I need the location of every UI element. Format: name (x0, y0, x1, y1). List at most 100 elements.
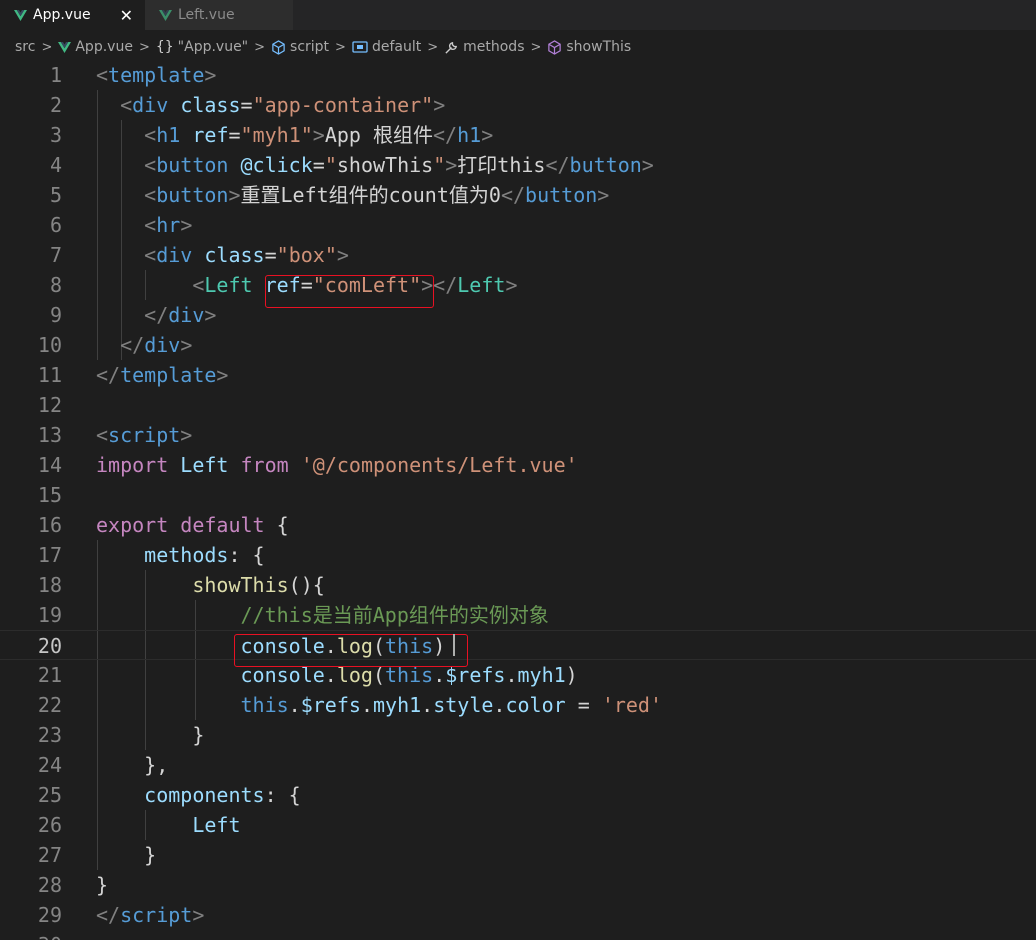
code-editor[interactable]: 1 <template> 2 <div class="app-container">… (0, 60, 1036, 940)
line-number: 7 (49, 243, 62, 267)
line-number: 11 (37, 363, 62, 387)
line-number: 19 (37, 603, 62, 627)
code-token: //this是当前App组件的实例对象 (240, 603, 549, 627)
code-token: </ (545, 153, 570, 177)
code-token: App 根组件 (324, 123, 433, 147)
line-number: 17 (37, 543, 62, 567)
code-token: @click (240, 153, 313, 177)
code-line[interactable]: 25 components: { (0, 780, 1036, 810)
line-number: 6 (49, 213, 62, 237)
code-line[interactable]: 18 showThis(){ (0, 570, 1036, 600)
line-number: 1 (49, 63, 62, 87)
code-line[interactable]: 21 console.log(this.$refs.myh1) (0, 660, 1036, 690)
code-line[interactable]: 23 } (0, 720, 1036, 750)
line-number: 24 (37, 753, 62, 777)
code-text: </template> (96, 360, 228, 390)
code-token: color (505, 693, 566, 717)
code-line[interactable]: 6 <hr> (0, 210, 1036, 240)
code-token: . (505, 663, 518, 687)
code-token: > (597, 183, 610, 207)
code-line[interactable]: 11 </template> (0, 360, 1036, 390)
code-line[interactable]: 9 </div> (0, 300, 1036, 330)
code-token: button (525, 183, 598, 207)
code-line[interactable]: 1 <template> (0, 60, 1036, 90)
code-line[interactable]: 8 <Left ref="comLeft"></Left> (0, 270, 1036, 300)
code-token: } (96, 843, 157, 867)
code-line[interactable]: 3 <h1 ref="myh1">App 根组件</h1> (0, 120, 1036, 150)
code-line[interactable]: 29 </script> (0, 900, 1036, 930)
code-token: </ (433, 123, 458, 147)
code-token: template (120, 363, 217, 387)
code-line[interactable]: 14 import Left from '@/components/Left.vu… (0, 450, 1036, 480)
code-token: ( (372, 634, 386, 658)
line-number: 4 (49, 153, 62, 177)
code-line[interactable]: 5 <button>重置Left组件的count值为0</button> (0, 180, 1036, 210)
code-line[interactable]: 17 methods: { (0, 540, 1036, 570)
breadcrumb-method[interactable]: showThis (547, 39, 631, 55)
code-line[interactable]: 30 (0, 930, 1036, 940)
code-line[interactable]: 10 </div> (0, 330, 1036, 360)
code-text: <hr> (96, 210, 192, 240)
code-line[interactable]: 22 this.$refs.myh1.style.color = 'red' (0, 690, 1036, 720)
breadcrumb-default[interactable]: default (352, 39, 421, 55)
code-token: </ (500, 183, 526, 207)
breadcrumb-methods[interactable]: methods (444, 39, 524, 55)
code-token: = (264, 243, 277, 267)
code-token: $refs (445, 663, 506, 687)
code-token: . (324, 663, 337, 687)
code-line[interactable]: 24 }, (0, 750, 1036, 780)
breadcrumb-script[interactable]: script (271, 39, 329, 55)
code-line[interactable]: 2 <div class="app-container"> (0, 90, 1036, 120)
code-text: <template> (96, 60, 216, 90)
code-line[interactable]: 12 (0, 390, 1036, 420)
code-token: { (264, 513, 289, 537)
breadcrumb-label: showThis (566, 39, 632, 55)
code-line[interactable]: 28} (0, 870, 1036, 900)
breadcrumb-file[interactable]: App.vue (58, 39, 133, 55)
code-token: </ (96, 903, 121, 927)
code-token: ( (372, 663, 386, 687)
chevron-right-icon: > (41, 39, 53, 55)
code-token: > (204, 303, 217, 327)
code-text: console.log(this.$refs.myh1) (96, 660, 578, 690)
code-token: from (240, 453, 289, 477)
code-line[interactable]: 20 console.log(this) (0, 630, 1036, 660)
code-token: showThis (336, 153, 434, 177)
breadcrumb-src[interactable]: src (15, 39, 35, 55)
breadcrumb-module[interactable]: {} "App.vue" (156, 39, 248, 55)
code-line[interactable]: 26 Left (0, 810, 1036, 840)
code-token: < (96, 63, 109, 87)
code-token: < (120, 93, 133, 117)
code-line[interactable]: 13 <script> (0, 420, 1036, 450)
code-text: <script> (96, 420, 192, 450)
code-line[interactable]: 27 } (0, 840, 1036, 870)
line-number: 21 (37, 663, 62, 687)
tab-left-vue[interactable]: Left.vue (145, 0, 293, 30)
code-token: </ (144, 303, 169, 327)
code-token: . (433, 663, 446, 687)
code-token: </ (96, 363, 121, 387)
code-line[interactable]: 19 //this是当前App组件的实例对象 (0, 600, 1036, 630)
tab-app-vue[interactable]: App.vue ✕ (0, 0, 145, 30)
code-token: console (240, 634, 325, 658)
code-token: . (493, 693, 506, 717)
close-icon[interactable]: ✕ (120, 6, 135, 25)
code-line[interactable]: 4 <button @click="showThis">打印this</butt… (0, 150, 1036, 180)
code-token: = (312, 153, 325, 177)
code-text: showThis(){ (96, 570, 324, 600)
code-line[interactable]: 15 (0, 480, 1036, 510)
line-number: 16 (37, 513, 62, 537)
code-token: div (156, 243, 193, 267)
code-token: > (180, 333, 193, 357)
wrench-icon (444, 40, 459, 55)
breadcrumb-label: default (371, 39, 422, 55)
code-line[interactable]: 16 export default { (0, 510, 1036, 540)
code-token: methods (144, 543, 229, 567)
code-line[interactable]: 7 <div class="box"> (0, 240, 1036, 270)
tab-label: Left.vue (178, 7, 235, 23)
